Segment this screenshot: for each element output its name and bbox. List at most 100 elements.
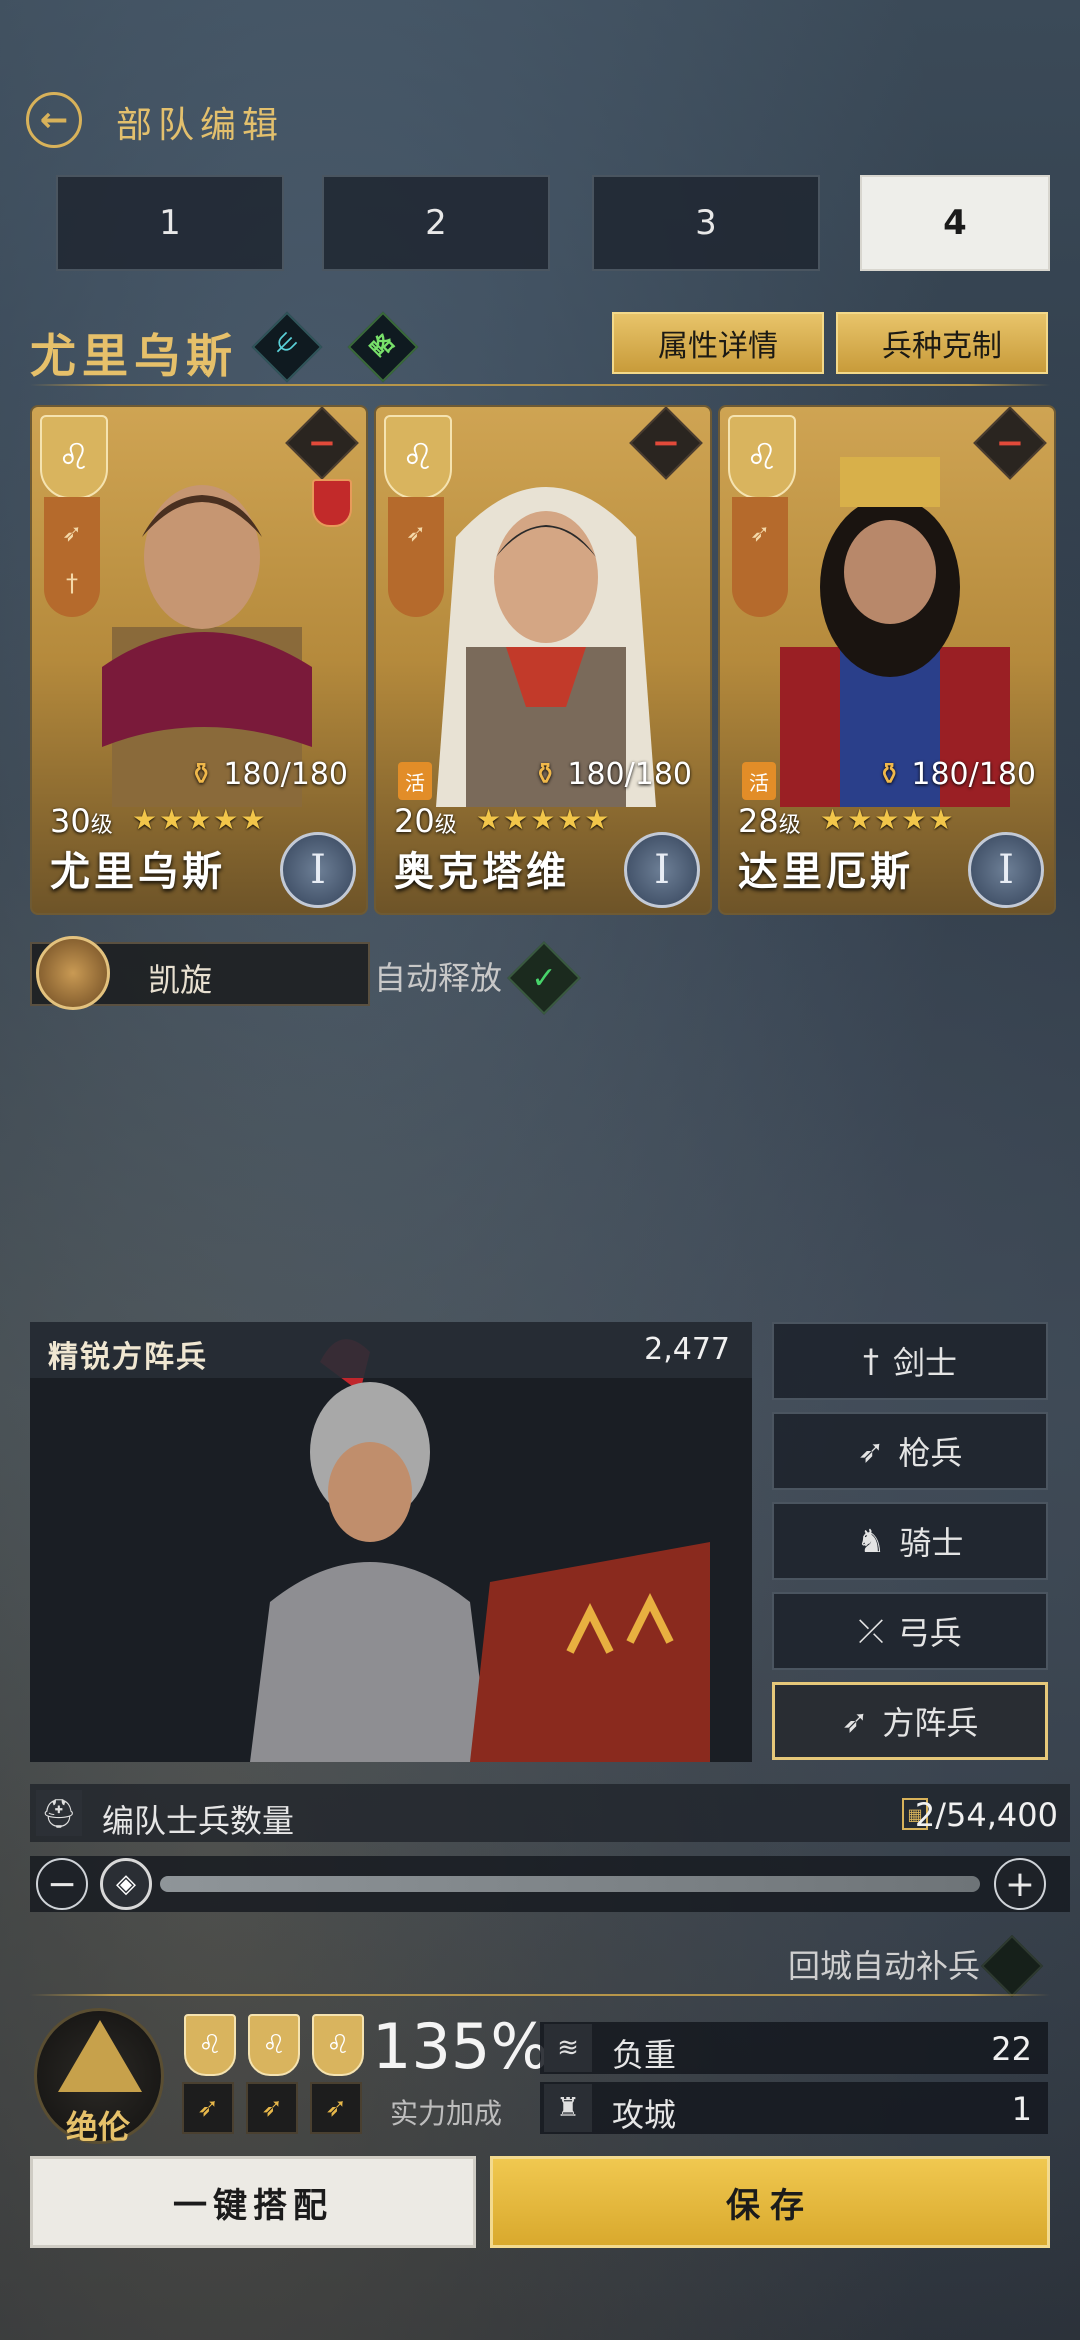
auto-resupply-toggle[interactable] [980, 1934, 1044, 1998]
rank-badge: I [280, 832, 356, 908]
faction-shield-icon [312, 479, 352, 527]
troop-type-spearman[interactable]: ➶ 枪兵 [772, 1412, 1048, 1490]
troop-type-label: 骑士 [899, 1524, 964, 1562]
potion-icon: ⚱ [532, 757, 558, 792]
tab-1[interactable]: 1 [56, 175, 284, 271]
layers-icon: ≋ [544, 2024, 592, 2072]
helmet-emblem-icon [58, 2020, 142, 2092]
soldier-count-label: 编队士兵数量 [102, 1802, 295, 1840]
hero-card-1[interactable]: ♌ ➶ † − ⚱ 180/180 30级 ★★★★★ 尤里乌斯 I [30, 405, 368, 915]
tower-icon: ♜ [544, 2084, 592, 2132]
minus-icon: − [307, 423, 337, 463]
stat-label: 攻城 [612, 2096, 677, 2134]
ribbon [44, 497, 100, 617]
spear-icon: ➶ [405, 519, 427, 547]
sword-icon: † [862, 1342, 879, 1380]
hero-portrait [780, 457, 1010, 807]
commander-name: 尤里乌斯 [30, 329, 238, 383]
slider-track[interactable] [160, 1876, 980, 1892]
tab-4[interactable]: 4 [860, 175, 1050, 271]
troop-type-label: 弓兵 [897, 1614, 962, 1652]
auto-match-button[interactable]: 一键搭配 [30, 2156, 476, 2248]
spear-icon: ➶ [310, 2082, 362, 2134]
stat-value: 1 [1011, 2090, 1032, 2128]
auto-release-label: 自动释放 [374, 959, 503, 997]
back-arrow-icon: ← [39, 100, 69, 140]
back-button[interactable]: ← [26, 92, 82, 148]
share-button[interactable]: ⋲ [251, 311, 323, 383]
hero-stars: ★★★★★ [820, 803, 956, 836]
divider [30, 384, 1050, 386]
spear-icon: ➶ [61, 519, 83, 547]
level-unit: 级 [90, 813, 113, 838]
hero-level: 20 [394, 802, 435, 840]
hero-hp: 180/180 [223, 757, 348, 792]
lion-shield-icon: ♌ [384, 415, 452, 499]
stat-value: 22 [991, 2030, 1032, 2068]
troop-type-swordsman[interactable]: † 剑士 [772, 1322, 1048, 1400]
counter-button[interactable]: 兵种克制 [836, 312, 1048, 374]
troop-type-archer[interactable]: ⤫ 弓兵 [772, 1592, 1048, 1670]
soldier-illustration [30, 1322, 752, 1762]
troop-type-phalanx[interactable]: ➶ 方阵兵 [772, 1682, 1048, 1760]
active-badge: 活 [398, 762, 432, 800]
phalanx-spear-icon: ➶ [841, 1702, 869, 1740]
decrease-button[interactable]: − [36, 1858, 88, 1910]
divider [30, 1994, 1050, 1996]
slider-knob-icon: ◈ [116, 1869, 136, 1899]
potion-icon: ⚱ [876, 757, 902, 792]
troop-preview [30, 1322, 752, 1762]
page-title: 部队编辑 [116, 105, 285, 146]
rank-badge: I [624, 832, 700, 908]
ribbon [732, 497, 788, 617]
skill-portrait-icon[interactable] [36, 936, 110, 1010]
lion-shield-icon: ♌ [40, 415, 108, 499]
troop-type-label: 剑士 [892, 1344, 957, 1382]
tab-2[interactable]: 2 [322, 175, 550, 271]
horse-icon: ♞ [856, 1522, 886, 1560]
tab-3[interactable]: 3 [592, 175, 820, 271]
hero-portrait [436, 487, 656, 807]
hero-card-3[interactable]: ♌ ➶ − 活 ⚱ 180/180 28级 ★★★★★ 达里厄斯 I [718, 405, 1056, 915]
formation-rank-label: 绝伦 [66, 2108, 131, 2146]
troop-name: 精锐方阵兵 [48, 1340, 208, 1375]
troop-type-label: 方阵兵 [882, 1704, 979, 1742]
increase-button[interactable]: + [994, 1858, 1046, 1910]
spear-icon: ➶ [182, 2082, 234, 2134]
hero-name: 尤里乌斯 [50, 849, 226, 895]
sword-icon: † [66, 569, 78, 597]
auto-release-toggle[interactable]: ✓ [507, 941, 581, 1015]
spear-icon: ➶ [749, 519, 771, 547]
check-icon: ✓ [531, 960, 557, 996]
troop-type-label: 枪兵 [898, 1434, 963, 1472]
attributes-detail-button[interactable]: 属性详情 [612, 312, 824, 374]
troop-count: 2,477 [644, 1332, 730, 1367]
hero-name: 达里厄斯 [738, 849, 914, 895]
plus-icon: + [1004, 1863, 1036, 1905]
minus-icon: − [651, 423, 681, 463]
minus-icon: − [46, 1863, 78, 1905]
stat-label: 负重 [612, 2036, 677, 2074]
lion-shield-icon: ♌ [728, 415, 796, 499]
minus-icon: − [995, 423, 1025, 463]
troop-type-knight[interactable]: ♞ 骑士 [772, 1502, 1048, 1580]
rank-badge: I [968, 832, 1044, 908]
lion-shield-icon: ♌ [248, 2014, 300, 2076]
hero-hp: 180/180 [567, 757, 692, 792]
auto-resupply-label: 回城自动补兵 [788, 1947, 981, 1985]
spear-icon: ➶ [857, 1432, 885, 1470]
power-bonus-value: 135% [372, 2010, 550, 2083]
strategy-button[interactable]: 略 [347, 311, 419, 383]
potion-icon: ⚱ [188, 757, 214, 792]
active-badge: 活 [742, 762, 776, 800]
share-icon: ⋲ [268, 328, 302, 362]
soldier-count-value: 2/54,400 [914, 1796, 1058, 1834]
helmet-icon: ⛑ [36, 1790, 82, 1836]
hero-card-2[interactable]: ♌ ➶ − 活 ⚱ 180/180 20级 ★★★★★ 奥克塔维 I [374, 405, 712, 915]
hero-hp: 180/180 [911, 757, 1036, 792]
level-unit: 级 [434, 813, 457, 838]
lion-shield-icon: ♌ [312, 2014, 364, 2076]
save-button[interactable]: 保存 [490, 2156, 1050, 2248]
spear-icon: ➶ [246, 2082, 298, 2134]
slider-handle[interactable]: ◈ [100, 1858, 152, 1910]
